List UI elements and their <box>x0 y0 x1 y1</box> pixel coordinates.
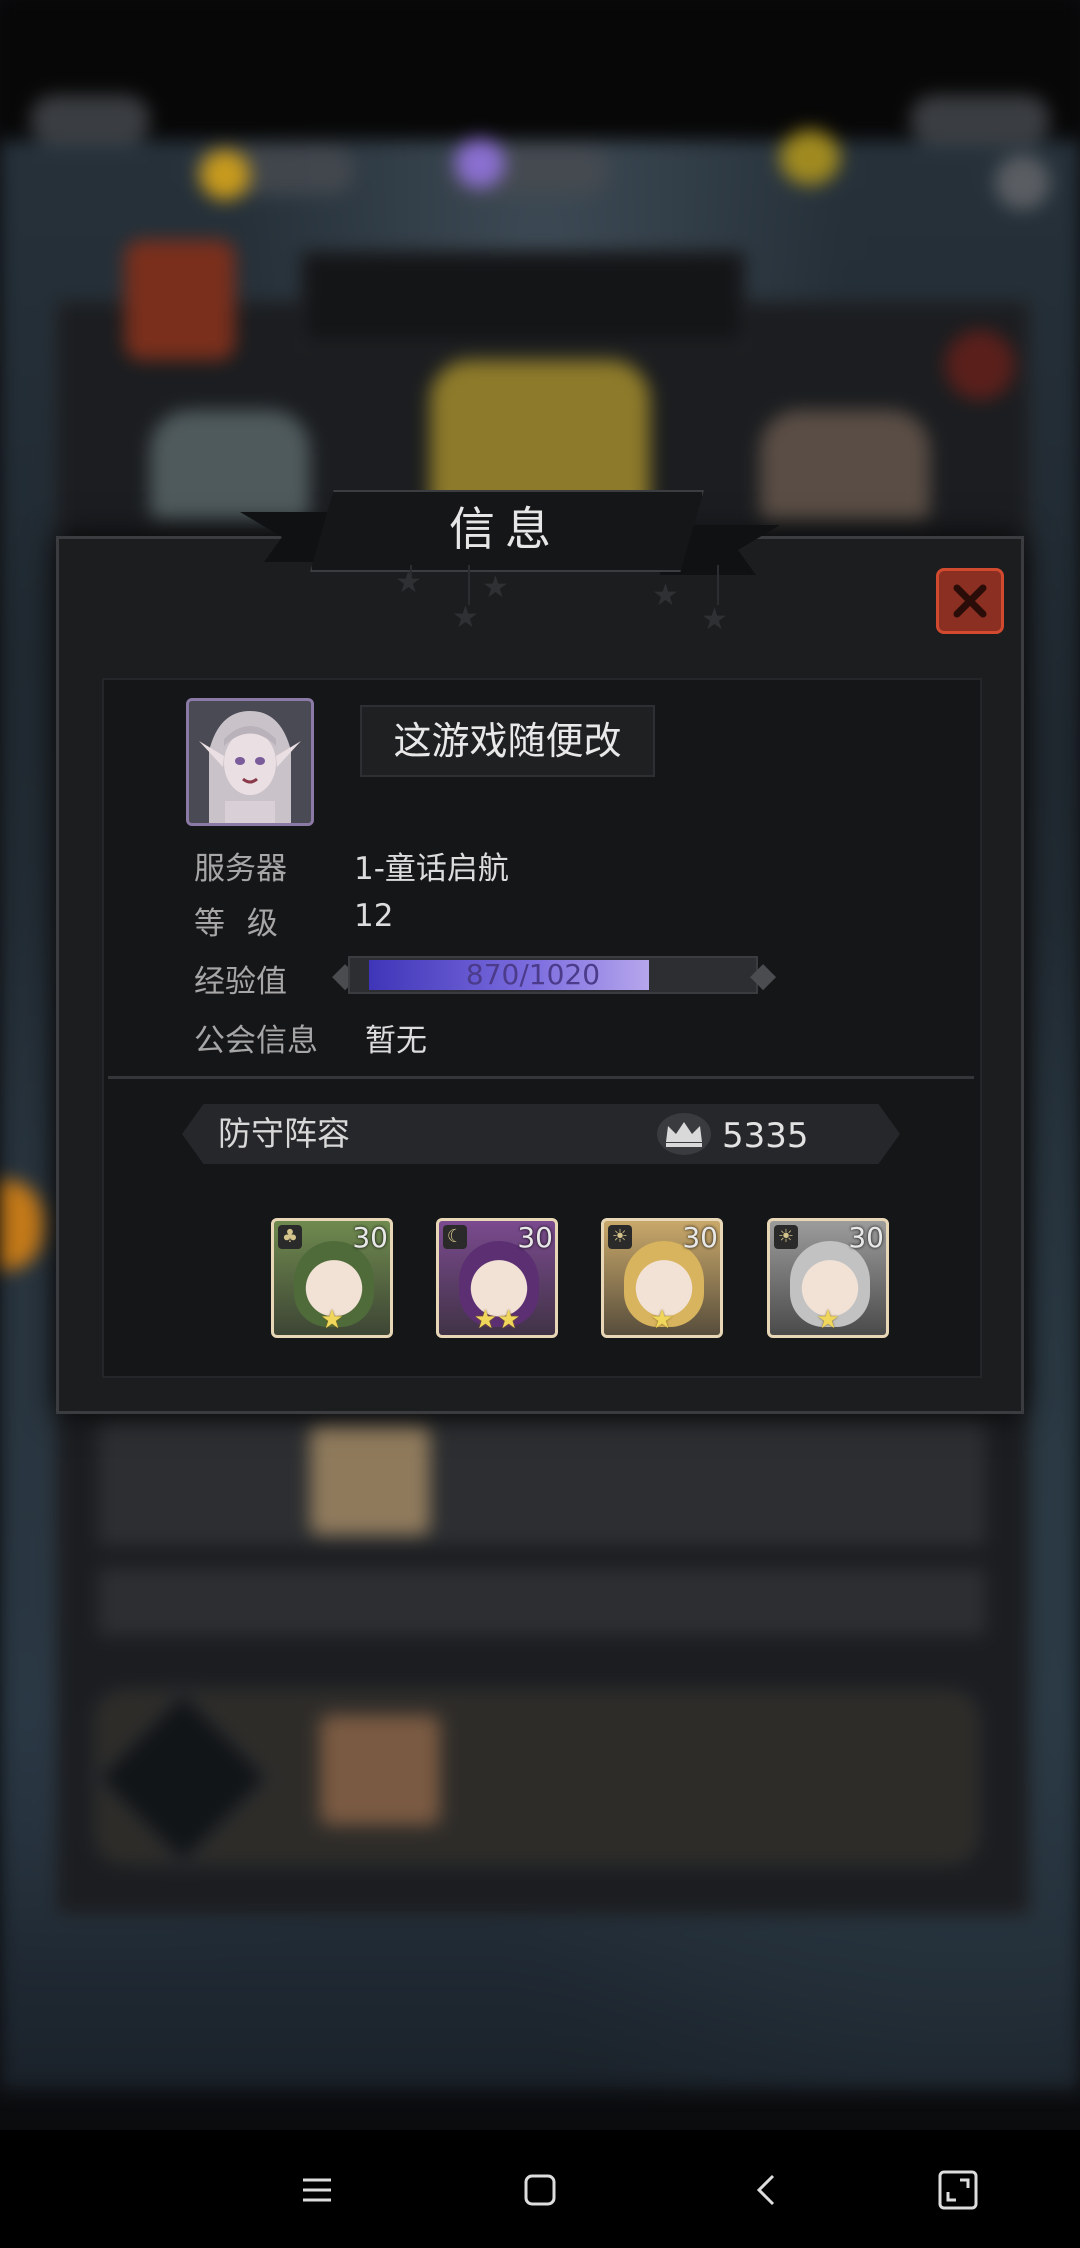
hero-card[interactable]: ♣ 30 ★ <box>271 1218 393 1338</box>
defense-power-value: 5335 <box>722 1116 809 1156</box>
menu-icon <box>303 2178 331 2202</box>
player-name: 这游戏随便改 <box>360 705 655 777</box>
star-rating-icon: ★★ <box>473 1305 521 1335</box>
star-decoration-icon: ★ <box>482 570 509 605</box>
level-label: 等 级 <box>194 906 284 942</box>
exp-label: 经验值 <box>194 964 287 1000</box>
close-button[interactable] <box>936 568 1004 634</box>
star-decoration-icon: ★ <box>652 578 679 613</box>
close-icon <box>953 584 987 618</box>
screenshot-icon <box>938 2170 978 2210</box>
menu-button[interactable] <box>282 2155 352 2225</box>
star-decoration-icon: ★ <box>701 602 728 637</box>
guild-value: 暂无 <box>365 1023 427 1059</box>
server-label: 服务器 <box>194 851 287 887</box>
exp-right-arrow-icon: ◆ <box>750 955 777 995</box>
level-value: 12 <box>354 898 394 934</box>
hero-level: 30 <box>848 1221 884 1254</box>
server-value: 1-童话启航 <box>354 851 509 887</box>
hero-level: 30 <box>352 1221 388 1254</box>
home-button[interactable] <box>505 2155 575 2225</box>
hero-level: 30 <box>517 1221 553 1254</box>
screenshot-button[interactable] <box>923 2155 993 2225</box>
elf-portrait-icon <box>189 701 311 823</box>
moon-icon: ☾ <box>443 1225 467 1249</box>
defense-lineup-title: 防守阵容 <box>218 1114 350 1153</box>
back-button[interactable] <box>732 2155 802 2225</box>
star-rating-icon: ★ <box>650 1305 674 1335</box>
home-icon <box>524 2174 556 2206</box>
sun-icon: ☀ <box>608 1225 632 1249</box>
crown-icon <box>657 1113 711 1155</box>
player-avatar[interactable] <box>186 698 314 826</box>
hero-card[interactable]: ☀ 30 ★ <box>767 1218 889 1338</box>
hero-level: 30 <box>682 1221 718 1254</box>
star-rating-icon: ★ <box>816 1305 840 1335</box>
star-rating-icon: ★ <box>320 1305 344 1335</box>
guild-label: 公会信息 <box>194 1023 318 1059</box>
divider <box>108 1076 974 1079</box>
dialog-title: 信息 <box>449 502 561 556</box>
hero-card[interactable]: ☾ 30 ★★ <box>436 1218 558 1338</box>
club-icon: ♣ <box>278 1225 302 1249</box>
star-decoration-icon: ★ <box>395 565 422 600</box>
star-decoration-icon: ★ <box>452 600 479 635</box>
hero-card[interactable]: ☀ 30 ★ <box>601 1218 723 1338</box>
back-icon <box>756 2174 775 2206</box>
exp-value: 870/1020 <box>465 958 601 991</box>
sun-icon: ☀ <box>774 1225 798 1249</box>
